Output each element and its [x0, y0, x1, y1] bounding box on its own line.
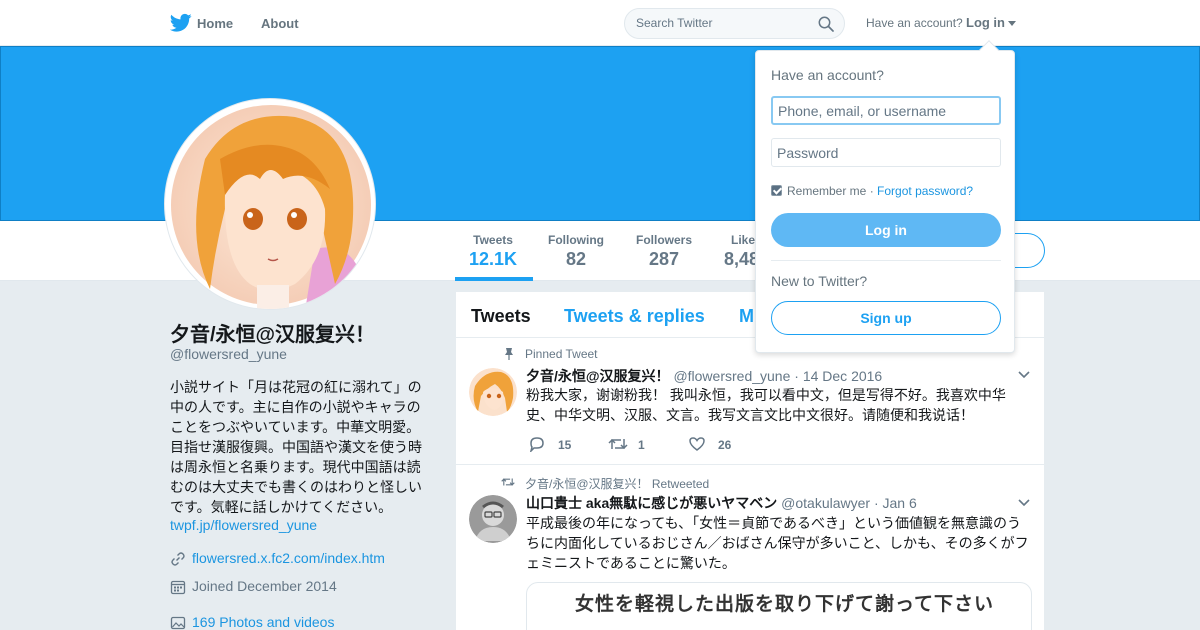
tweet-author-meta[interactable]: @otakulawyer · Jan 6 [781, 495, 917, 511]
chevron-down-icon[interactable] [1018, 371, 1030, 379]
remember-me-label[interactable]: Remember me [771, 184, 866, 198]
stat-value: 287 [648, 249, 680, 269]
login-dropdown: Have an account? Remember me · Forgot pa… [755, 40, 1015, 353]
pin-icon [505, 348, 513, 360]
password-field[interactable] [771, 138, 1001, 167]
tweet-avatar[interactable] [469, 495, 517, 543]
stat-followers[interactable]: Followers 287 [636, 233, 692, 270]
tweet-header: 山口貴士 aka無駄に感じが悪いヤマベン @otakulawyer · Jan … [526, 493, 917, 513]
username-field[interactable] [771, 96, 1001, 125]
forgot-password-link[interactable]: Forgot password? [877, 184, 973, 198]
bio-line: 中の人です。主に自作の小説やキャラの [170, 399, 421, 415]
top-navigation: Home About Search Twitter Have an accoun… [0, 0, 1200, 46]
tab-tweets-replies[interactable]: Tweets & replies [564, 306, 705, 327]
tweet-author-meta[interactable]: @flowersred_yune · 14 Dec 2016 [673, 368, 882, 384]
remember-me-checkbox[interactable] [771, 185, 782, 196]
nav-home-link[interactable]: Home [197, 16, 233, 31]
tweet-author-name[interactable]: 山口貴士 aka無駄に感じが悪いヤマベン [526, 495, 777, 511]
bio-line: 小説サイト「月は花冠の紅に溺れて」の [170, 379, 422, 395]
stat-value: 82 [565, 249, 587, 269]
active-tab-underline [455, 277, 533, 281]
chevron-down-icon[interactable] [1018, 499, 1030, 507]
tab-media[interactable]: M [739, 306, 754, 327]
profile-bio: 小説サイト「月は花冠の紅に溺れて」の 中の人です。主に自作の小説やキャラの こと… [170, 377, 430, 517]
stat-value: 8,48 [724, 249, 760, 269]
retweeted-by-label[interactable]: 夕音/永恒@汉服复兴！ Retweeted [525, 475, 709, 492]
stat-value: 12.1K [469, 249, 518, 269]
reply-icon [529, 437, 544, 452]
bio-line: むのは大丈夫でも書くのはわりと怪しい [170, 479, 422, 495]
anime-avatar-image [469, 368, 517, 416]
twitter-bird-icon[interactable] [170, 13, 192, 33]
caret-down-icon[interactable] [1008, 21, 1016, 26]
card-image-text: 女性を軽視した出版を取り下げて謝って下さい [575, 594, 995, 615]
divider [771, 260, 1001, 261]
profile-avatar[interactable] [164, 98, 376, 310]
tweet-author-name[interactable]: 夕音/永恒@汉服复兴！ [526, 368, 670, 384]
retweet-count: 1 [638, 438, 645, 452]
link-icon [171, 552, 185, 566]
profile-joined-date: Joined December 2014 [192, 578, 337, 594]
calendar-icon [170, 580, 186, 595]
tweet-media-card[interactable]: 女性を軽視した出版を取り下げて謝って下さい [526, 582, 1032, 630]
heart-icon [689, 437, 705, 451]
nav-about-link[interactable]: About [261, 16, 299, 31]
search-icon[interactable] [818, 16, 834, 32]
tweet-pinned[interactable]: Pinned Tweet 夕音/永恒@汉服复兴！ @flowersred_yun… [456, 338, 1044, 465]
tweet-header: 夕音/永恒@汉服复兴！ @flowersred_yune · 14 Dec 20… [526, 366, 882, 386]
reply-count: 15 [558, 438, 572, 452]
new-to-twitter-text: New to Twitter? [771, 273, 868, 289]
remember-row: Remember me · Forgot password? [771, 184, 973, 198]
tweet-text-line: 平成最後の年になっても、「女性＝貞節であるべき」という価値観を無意識のう [526, 515, 1022, 531]
tweet-text: 平成最後の年になっても、「女性＝貞節であるべき」という価値観を無意識のう ちに内… [526, 513, 1036, 573]
profile-website-link[interactable]: flowersred.x.fc2.com/index.htm [192, 550, 385, 566]
stat-likes[interactable]: Like 8,48 [724, 233, 759, 270]
bio-link[interactable]: twpf.jp/flowersred_yune [170, 517, 317, 533]
like-count: 26 [718, 438, 732, 452]
search-input[interactable]: Search Twitter [636, 16, 712, 30]
stat-tweets[interactable]: Tweets 12.1K [469, 233, 517, 270]
retweet-icon [501, 478, 515, 486]
tweet-text-line: 粉我大家，谢谢粉我！ 我叫永恒，我可以看中文，但是写得不好。我喜欢中华 [526, 387, 1006, 403]
photos-videos-link[interactable]: 169 Photos and videos [192, 614, 334, 630]
signup-button[interactable]: Sign up [771, 301, 1001, 335]
separator-dot: · [869, 184, 878, 198]
profile-name: 夕音/永恒@汉服复兴！ [170, 324, 376, 346]
tweet-text-line: ェミニストであることに驚いた。 [526, 555, 736, 571]
retweet-icon [608, 438, 628, 450]
pinned-label: Pinned Tweet [525, 347, 598, 361]
login-menu-button[interactable]: Log in [966, 15, 1005, 30]
tweet-text-line: ちに内面化しているおじさん／おばさん保守が多いこと、しかも、その多くがフ [526, 535, 1029, 551]
tweet-text-line: 史、中华文明、汉服、文言。我写文言文比中文很好。请随便和我说话！ [526, 407, 974, 423]
stat-label: Followers [636, 233, 693, 247]
stat-label: Following [548, 233, 604, 247]
login-dropdown-title: Have an account? [771, 67, 884, 83]
tweet-avatar[interactable] [469, 368, 517, 416]
bio-line: です。気軽に話しかけてください。 [170, 499, 393, 515]
stat-following[interactable]: Following 82 [548, 233, 604, 270]
stat-label: Like [731, 233, 756, 247]
profile-handle[interactable]: @flowersred_yune [170, 346, 287, 362]
bio-line: 目指せ漢服復興。中国語や漢文を使う時 [170, 439, 422, 455]
person-avatar-image [469, 495, 517, 543]
login-button[interactable]: Log in [771, 213, 1001, 247]
search-box[interactable]: Search Twitter [624, 8, 845, 39]
stat-label: Tweets [473, 233, 513, 247]
bio-line: は周永恒と名乗ります。現代中国語は読 [170, 459, 421, 475]
image-icon [170, 616, 186, 630]
bio-line: ことをつぶやいています。中華文明愛。 [170, 419, 421, 435]
tab-tweets[interactable]: Tweets [471, 306, 531, 327]
have-account-text: Have an account? [866, 16, 963, 30]
anime-avatar-image [171, 105, 371, 309]
tweet-text: 粉我大家，谢谢粉我！ 我叫永恒，我可以看中文，但是写得不好。我喜欢中华 史、中华… [526, 385, 1036, 425]
